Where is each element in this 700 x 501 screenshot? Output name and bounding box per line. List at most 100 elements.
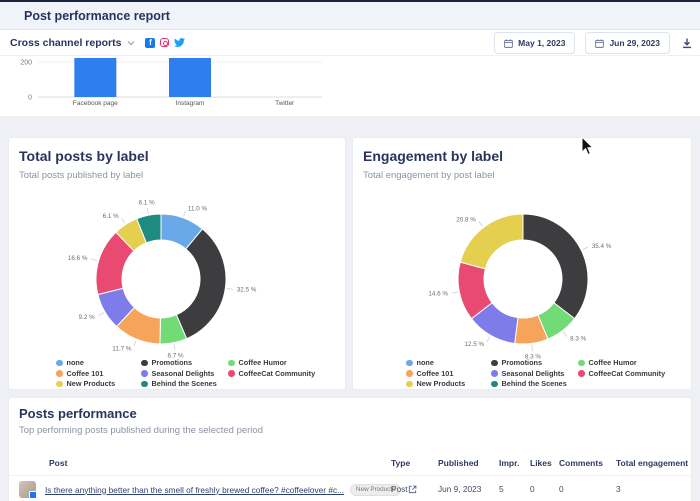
svg-text:16.6 %: 16.6 % xyxy=(68,255,88,262)
card-title: Engagement by label xyxy=(363,148,503,164)
column-header-published[interactable]: Published xyxy=(438,458,479,468)
legend-label: Coffee 101 xyxy=(417,369,454,378)
svg-text:200: 200 xyxy=(20,60,32,67)
date-range-controls: May 1, 2023 Jun 29, 2023 xyxy=(494,30,694,56)
legend-label: New Products xyxy=(67,379,116,388)
pie-slice[interactable] xyxy=(523,214,588,319)
legend-color-dot xyxy=(578,360,585,367)
legend-label: Seasonal Delights xyxy=(502,369,565,378)
column-header-comments[interactable]: Comments xyxy=(559,458,603,468)
cell-type: Post xyxy=(391,484,408,494)
date-to-value: Jun 29, 2023 xyxy=(609,38,660,48)
engagement-donut-chart[interactable]: 35.4 %8.3 %8.3 %12.5 %14.6 %20.8 % xyxy=(353,188,691,360)
cell-likes: 0 xyxy=(530,484,535,494)
legend-label: Promotions xyxy=(152,358,193,367)
legend-color-dot xyxy=(406,360,413,367)
svg-text:12.5 %: 12.5 % xyxy=(464,341,484,348)
legend-color-dot xyxy=(491,370,498,377)
twitter-icon[interactable] xyxy=(174,37,185,48)
report-selector[interactable]: Cross channel reports xyxy=(10,37,135,49)
svg-text:6.1 %: 6.1 % xyxy=(139,199,156,206)
cell-published: Jun 9, 2023 xyxy=(438,484,481,494)
report-selector-label: Cross channel reports xyxy=(10,37,121,49)
legend-label: none xyxy=(417,358,434,367)
column-header-post[interactable]: Post xyxy=(49,458,67,468)
channel-icons: f xyxy=(145,37,185,48)
card-subtitle: Top performing posts published during th… xyxy=(19,425,263,436)
legend-color-dot xyxy=(56,370,63,377)
download-report-button[interactable] xyxy=(680,36,694,50)
total-posts-by-label-card: Total posts by label Total posts publish… xyxy=(8,137,346,390)
post-thumbnail[interactable] xyxy=(19,481,36,498)
legend-item[interactable]: none xyxy=(56,358,115,368)
legend-item[interactable]: CoffeeCat Community xyxy=(578,369,665,379)
svg-text:Facebook page: Facebook page xyxy=(73,100,118,107)
legend-item[interactable]: Seasonal Delights xyxy=(491,369,567,379)
card-title: Total posts by label xyxy=(19,148,149,164)
legend-item[interactable]: Promotions xyxy=(141,358,217,368)
legend-item[interactable]: Promotions xyxy=(491,358,567,368)
svg-text:0: 0 xyxy=(28,95,32,102)
svg-text:Instagram: Instagram xyxy=(176,100,205,107)
bar-chart-svg[interactable]: 0200Facebook pageInstagramTwitter xyxy=(0,56,700,116)
legend-color-dot xyxy=(141,381,148,388)
column-header-impressions[interactable]: Impr. xyxy=(499,458,519,468)
legend-color-dot xyxy=(491,381,498,388)
legend-item[interactable]: Coffee Humor xyxy=(578,358,665,368)
legend-item[interactable]: Seasonal Delights xyxy=(141,369,217,379)
bar[interactable] xyxy=(169,58,211,97)
legend-item[interactable]: New Products xyxy=(406,379,465,389)
legend-color-dot xyxy=(406,381,413,388)
legend-item[interactable]: Behind the Scenes xyxy=(141,379,217,389)
chart-legend: none Coffee 101New Products Promotions Seas… xyxy=(353,358,691,390)
legend-color-dot xyxy=(141,370,148,377)
post-link[interactable]: Is there anything better than the smell … xyxy=(45,485,344,495)
column-header-likes[interactable]: Likes xyxy=(530,458,552,468)
legend-color-dot xyxy=(56,360,63,367)
legend-item[interactable]: Coffee 101 xyxy=(406,369,465,379)
legend-label: Behind the Scenes xyxy=(152,379,217,388)
page-header: Post performance report xyxy=(0,2,700,30)
legend-label: Coffee Humor xyxy=(239,358,287,367)
legend-color-dot xyxy=(228,370,235,377)
calendar-icon xyxy=(504,39,513,48)
legend-label: Coffee Humor xyxy=(589,358,637,367)
legend-label: CoffeeCat Community xyxy=(589,369,666,378)
card-subtitle: Total posts published by label xyxy=(19,170,143,181)
legend-item[interactable]: Behind the Scenes xyxy=(491,379,567,389)
facebook-icon[interactable]: f xyxy=(145,38,155,48)
page-title: Post performance report xyxy=(24,9,170,23)
svg-text:11.0 %: 11.0 % xyxy=(188,205,208,212)
legend-label: Promotions xyxy=(502,358,543,367)
legend-item[interactable]: none xyxy=(406,358,465,368)
posts-performance-card: Posts performance Top performing posts p… xyxy=(8,397,692,501)
instagram-icon[interactable] xyxy=(160,38,169,47)
legend-color-dot xyxy=(406,370,413,377)
chevron-down-icon xyxy=(127,40,135,46)
report-toolbar: Cross channel reports f May 1, 2023 xyxy=(0,30,700,56)
legend-item[interactable]: CoffeeCat Community xyxy=(228,369,315,379)
legend-color-dot xyxy=(141,360,148,367)
legend-item[interactable]: Coffee Humor xyxy=(228,358,315,368)
total-posts-donut-chart[interactable]: 11.0 %32.5 %6.7 %11.7 %9.2 %16.6 %6.1 %6… xyxy=(9,188,345,360)
engagement-by-label-card: Engagement by label Total engagement by … xyxy=(352,137,692,390)
legend-color-dot xyxy=(491,360,498,367)
table-divider xyxy=(9,475,691,476)
svg-text:6.1 %: 6.1 % xyxy=(103,213,120,220)
card-title: Posts performance xyxy=(19,406,137,421)
cell-comments: 0 xyxy=(559,484,564,494)
legend-item[interactable]: Coffee 101 xyxy=(56,369,115,379)
bar[interactable] xyxy=(74,58,116,97)
external-link-icon[interactable] xyxy=(408,485,417,494)
date-to-button[interactable]: Jun 29, 2023 xyxy=(585,32,670,54)
cell-total-engagement: 3 xyxy=(616,484,621,494)
legend-color-dot xyxy=(228,360,235,367)
svg-text:14.6 %: 14.6 % xyxy=(428,291,448,298)
svg-text:9.2 %: 9.2 % xyxy=(79,314,96,321)
legend-item[interactable]: New Products xyxy=(56,379,115,389)
chart-legend: noneCoffee 101New Products Promotions Seas… xyxy=(9,358,345,390)
column-header-total-engagement[interactable]: Total engagement xyxy=(616,458,688,468)
card-subtitle: Total engagement by post label xyxy=(363,170,495,181)
column-header-type[interactable]: Type xyxy=(391,458,410,468)
date-from-button[interactable]: May 1, 2023 xyxy=(494,32,575,54)
